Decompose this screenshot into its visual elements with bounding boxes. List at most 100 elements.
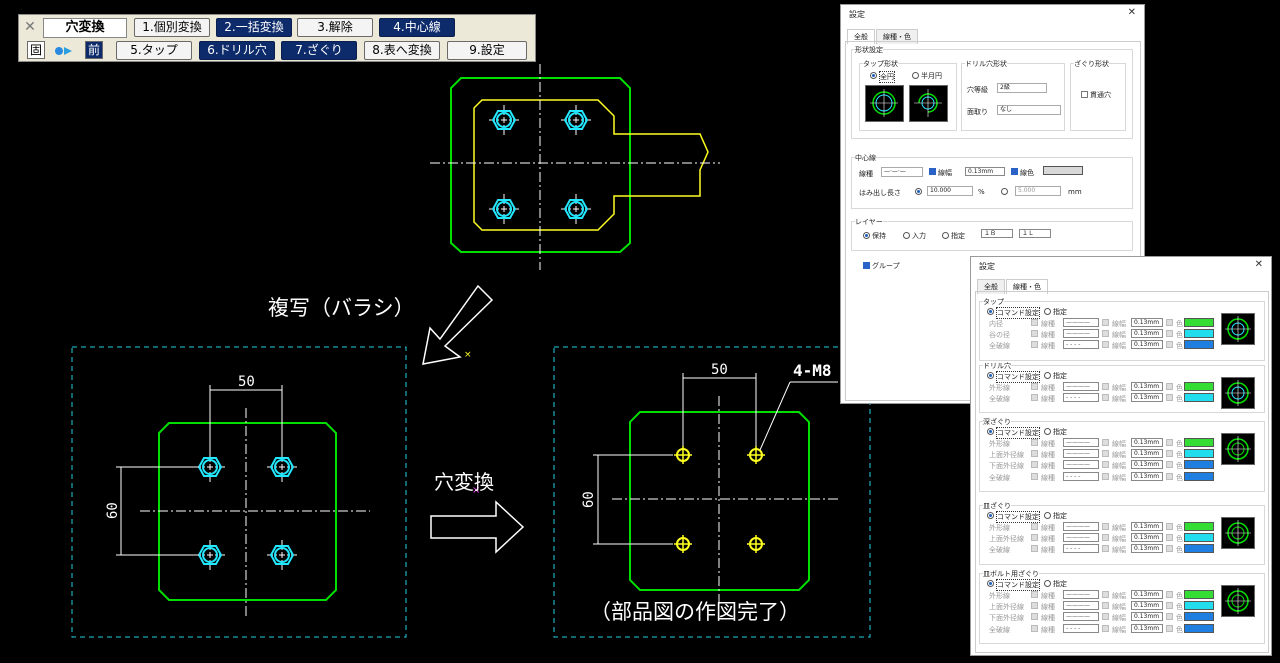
color-checkbox[interactable] [1166, 523, 1173, 530]
linetype-checkbox[interactable] [1031, 450, 1038, 458]
linewidth-box[interactable]: 0.13mm [1131, 340, 1163, 350]
color-swatch[interactable] [1184, 438, 1214, 447]
fix-button[interactable]: 固 [27, 41, 45, 59]
linewidth-box[interactable]: 0.13mm [1131, 393, 1163, 403]
group-checkbox[interactable] [863, 262, 870, 269]
color-swatch[interactable] [1184, 393, 1214, 403]
color-swatch[interactable] [1184, 382, 1214, 391]
color-swatch[interactable] [1184, 601, 1214, 611]
chamfer-select[interactable]: なし [997, 105, 1061, 115]
linetype-checkbox[interactable] [1031, 591, 1038, 598]
linewidth-box[interactable]: 0.13mm [1131, 318, 1163, 327]
color-checkbox[interactable] [1166, 602, 1173, 610]
color-checkbox[interactable] [1166, 613, 1173, 621]
color-swatch[interactable] [1184, 612, 1214, 622]
color-checkbox[interactable] [1166, 319, 1173, 326]
linewidth-box[interactable]: 0.13mm [965, 167, 1005, 176]
linetype-box[interactable]: - - - - [1063, 544, 1099, 554]
color-swatch[interactable] [1184, 471, 1214, 481]
linewidth-checkbox[interactable] [1102, 534, 1109, 542]
linetype-box[interactable]: - - - - [1063, 393, 1099, 403]
cmd-setting-radio[interactable] [987, 308, 994, 315]
hole-grade-select[interactable]: 2級 [997, 83, 1047, 93]
color-swatch[interactable] [1184, 522, 1214, 531]
color-swatch[interactable] [1184, 449, 1214, 459]
through-hole-checkbox[interactable] [1081, 91, 1088, 98]
linetype-checkbox[interactable] [1031, 523, 1038, 530]
tap-full-preview[interactable] [865, 85, 904, 122]
color-swatch[interactable] [1184, 623, 1214, 633]
linewidth-box[interactable]: 0.13mm [1131, 329, 1163, 339]
linewidth-box[interactable]: 0.13mm [1131, 438, 1163, 447]
linetype-box[interactable]: ———— [1063, 438, 1099, 447]
linewidth-checkbox[interactable] [1102, 341, 1109, 349]
linewidth-box[interactable]: 0.13mm [1131, 601, 1163, 611]
color-checkbox[interactable] [1166, 394, 1173, 402]
linetype-checkbox[interactable] [1031, 394, 1038, 402]
linewidth-box[interactable]: 0.13mm [1131, 623, 1163, 633]
linetype-box[interactable]: - - - - [1063, 623, 1099, 633]
settings-button[interactable]: 9.設定 [447, 41, 527, 60]
linewidth-checkbox[interactable] [1102, 472, 1109, 480]
linetype-box[interactable]: - - - - [1063, 471, 1099, 481]
color-swatch[interactable] [1184, 533, 1214, 543]
close-icon[interactable]: ✕ [22, 19, 38, 35]
color-swatch[interactable] [1184, 544, 1214, 554]
linetype-box[interactable]: ———— [1063, 601, 1099, 611]
linewidth-checkbox[interactable] [1102, 394, 1109, 402]
linetype-box[interactable]: - - - - [1063, 340, 1099, 350]
color-swatch[interactable] [1184, 318, 1214, 327]
linewidth-box[interactable]: 0.13mm [1131, 544, 1163, 554]
centerline-button[interactable]: 4.中心線 [379, 18, 455, 37]
color-checkbox[interactable] [1166, 545, 1173, 553]
linewidth-checkbox[interactable] [1102, 613, 1109, 621]
linetype-checkbox[interactable] [1031, 602, 1038, 610]
linetype-box[interactable]: ———— [1063, 460, 1099, 470]
linewidth-box[interactable]: 0.13mm [1131, 382, 1163, 391]
linewidth-checkbox[interactable] [1102, 461, 1109, 469]
linetype-box[interactable]: ———— [1063, 318, 1099, 327]
linetype-checkbox[interactable] [1031, 319, 1038, 326]
linewidth-box[interactable]: 0.13mm [1131, 471, 1163, 481]
linetype-box[interactable]: ———— [1063, 533, 1099, 543]
close-icon[interactable]: ✕ [1255, 259, 1263, 270]
specify-radio[interactable] [1044, 428, 1051, 435]
linetype-checkbox[interactable] [1031, 534, 1038, 542]
tap-half-radio[interactable] [912, 72, 919, 79]
linewidth-box[interactable]: 0.13mm [1131, 612, 1163, 622]
linewidth-box[interactable]: 0.13mm [1131, 522, 1163, 531]
layer-box-1[interactable]: １Ｂ [981, 229, 1013, 238]
linetype-checkbox[interactable] [1031, 472, 1038, 480]
specify-radio[interactable] [1044, 308, 1051, 315]
linewidth-checkbox[interactable] [1102, 439, 1109, 446]
color-checkbox[interactable] [1166, 624, 1173, 632]
cmd-setting-radio[interactable] [987, 580, 994, 587]
counterbore-button[interactable]: 7.ざぐり [281, 41, 357, 60]
linewidth-box[interactable]: 0.13mm [1131, 460, 1163, 470]
linewidth-checkbox[interactable] [1102, 624, 1109, 632]
tap-full-radio[interactable] [870, 72, 877, 79]
color-swatch[interactable] [1184, 340, 1214, 350]
linetype-checkbox[interactable] [1031, 613, 1038, 621]
specify-radio[interactable] [1044, 372, 1051, 379]
linetype-checkbox[interactable] [1031, 330, 1038, 338]
linetype-box[interactable]: ———— [1063, 590, 1099, 599]
linetype-checkbox[interactable] [1031, 383, 1038, 390]
batch-convert-button[interactable]: 2.一括変換 [216, 18, 292, 37]
linewidth-checkbox[interactable] [1102, 330, 1109, 338]
color-checkbox[interactable] [1166, 534, 1173, 542]
prev-button[interactable]: 前 [85, 41, 103, 59]
color-swatch[interactable] [1184, 460, 1214, 470]
release-button[interactable]: 3.解除 [297, 18, 373, 37]
color-swatch[interactable] [1184, 329, 1214, 339]
cmd-setting-radio[interactable] [987, 372, 994, 379]
individual-convert-button[interactable]: 1.個別変換 [134, 18, 210, 37]
linewidth-box[interactable]: 0.13mm [1131, 449, 1163, 459]
color-checkbox[interactable] [1166, 439, 1173, 446]
linetype-checkbox[interactable] [1031, 624, 1038, 632]
linewidth-checkbox[interactable] [1102, 591, 1109, 598]
linecolor-swatch[interactable] [1043, 166, 1083, 175]
linewidth-checkbox[interactable] [1102, 383, 1109, 390]
color-swatch[interactable] [1184, 590, 1214, 599]
linetype-box[interactable]: ———— [1063, 522, 1099, 531]
